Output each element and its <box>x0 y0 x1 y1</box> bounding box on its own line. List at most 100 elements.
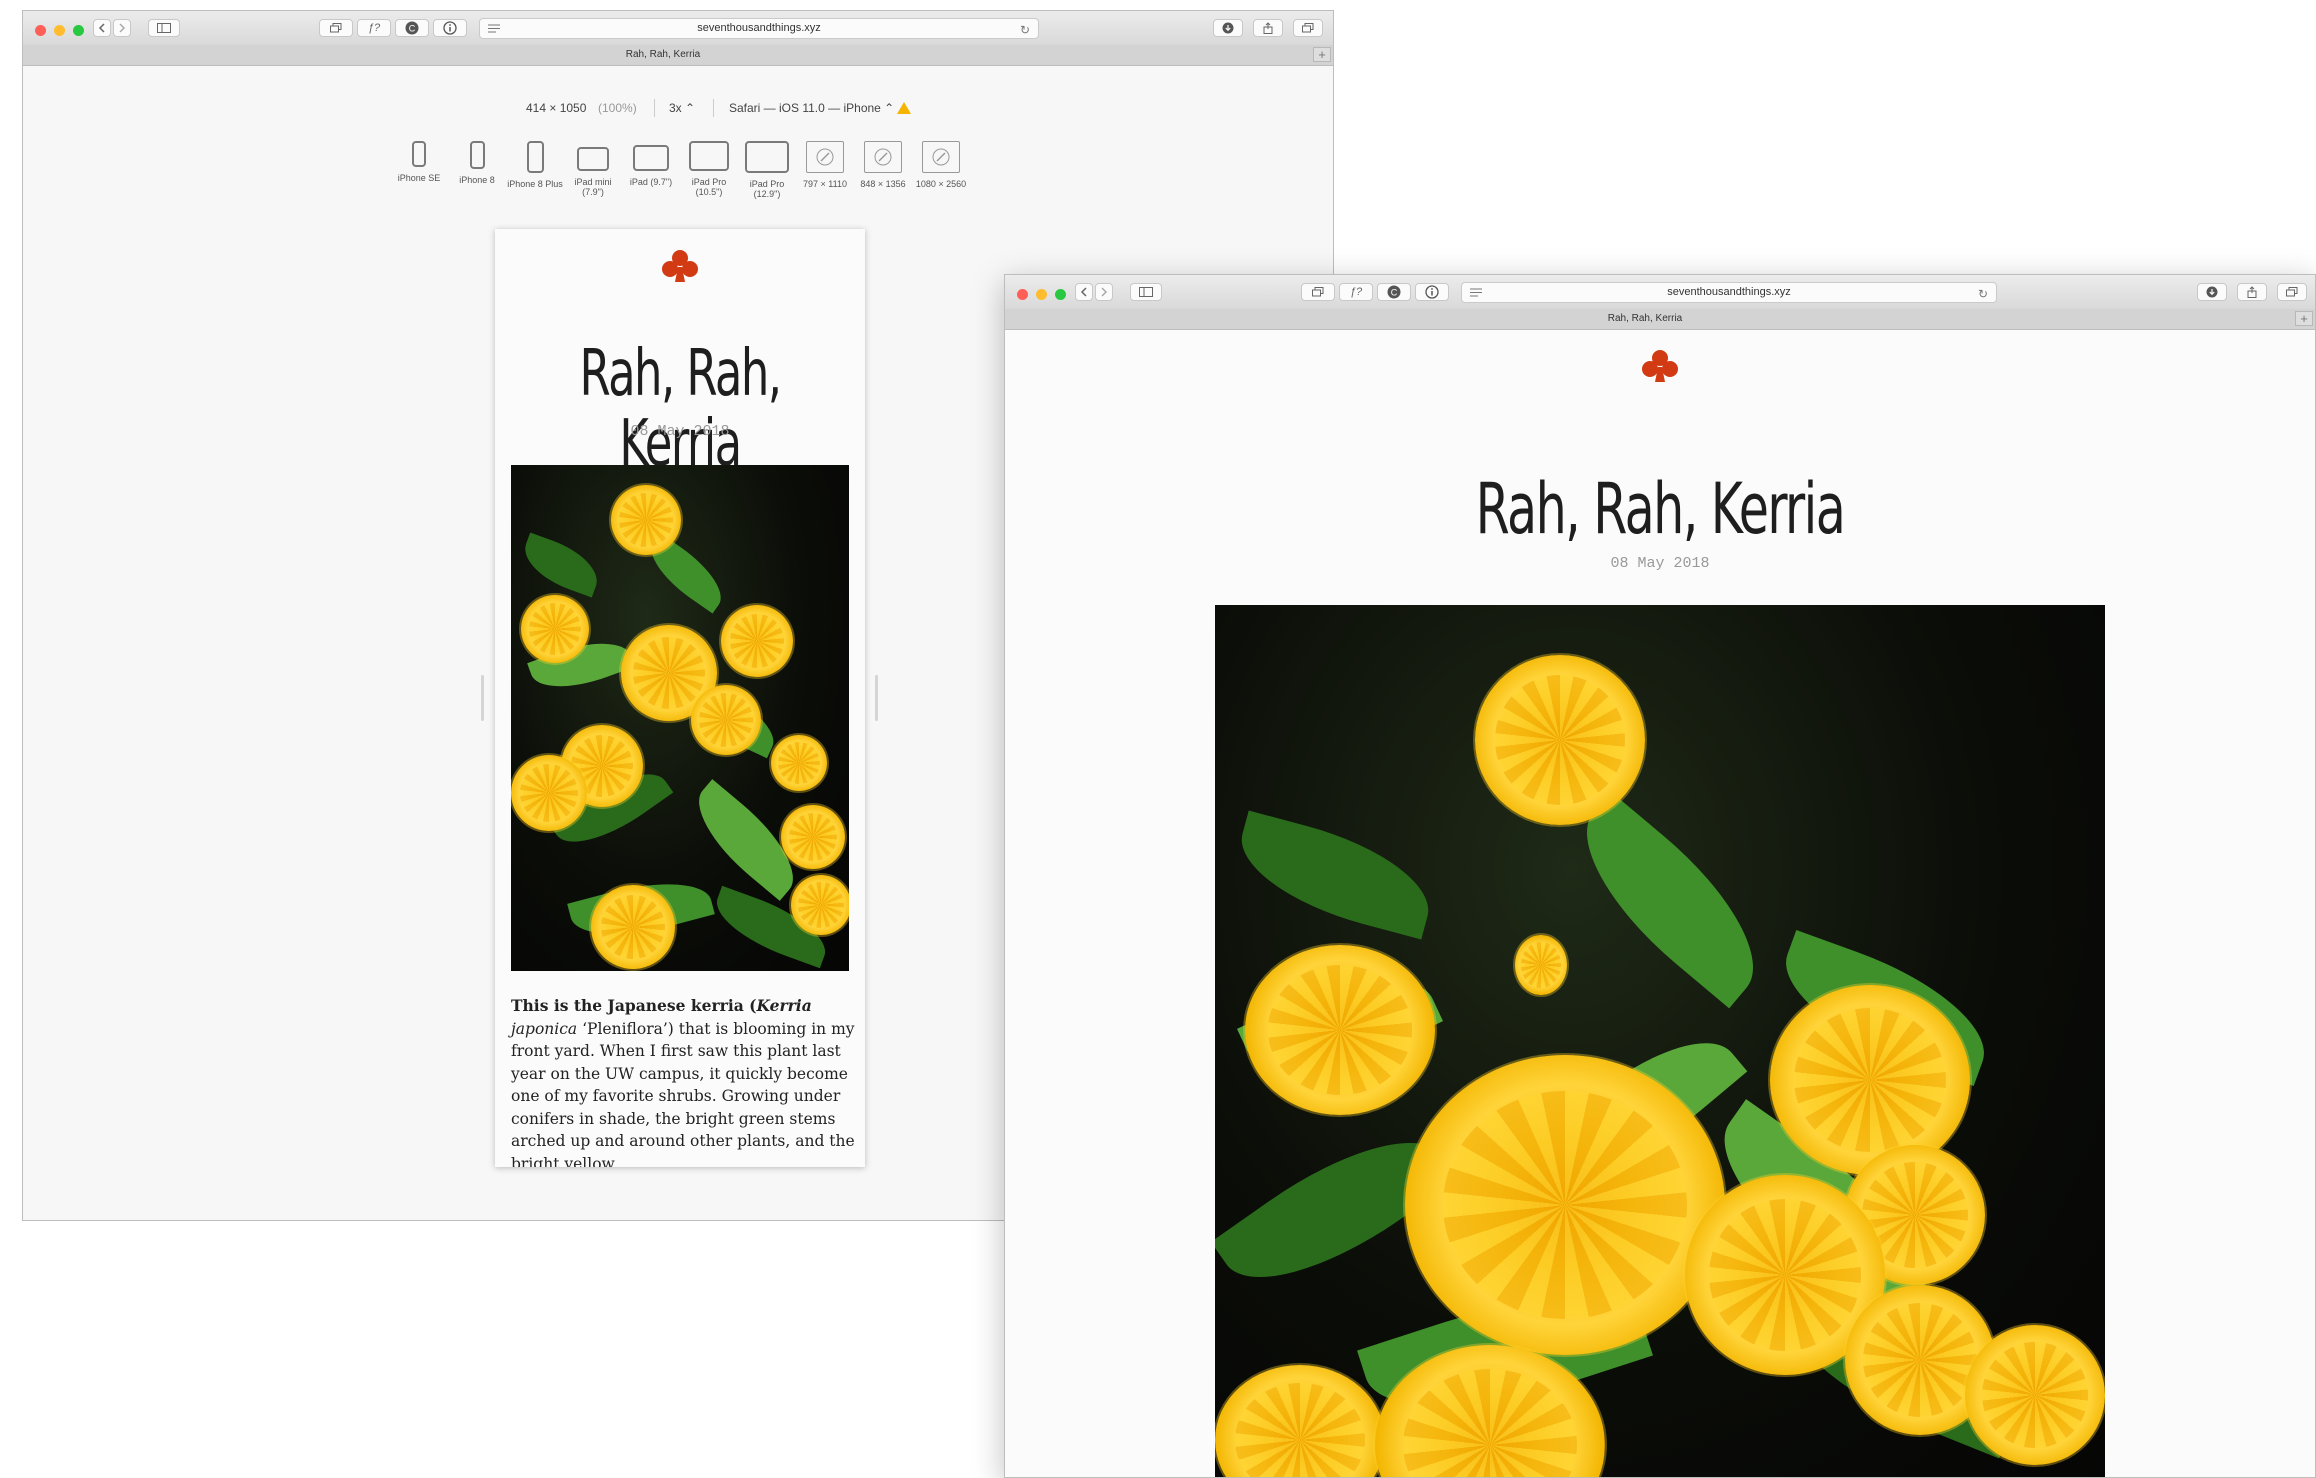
post-date: 08 May 2018 <box>1610 555 1710 572</box>
warning-icon <box>897 102 911 114</box>
downloads-button[interactable] <box>2197 283 2227 301</box>
device-custom-1080[interactable]: 1080 × 2560 <box>911 141 971 189</box>
share-button[interactable] <box>2237 283 2267 301</box>
toolbar: ƒ? C seventhousandthings.xyz ↻ <box>23 11 1333 46</box>
minimize-window-button[interactable] <box>1036 289 1047 300</box>
device-ipad-pro-10[interactable]: iPad Pro (10.5") <box>679 141 739 197</box>
leaf <box>1552 791 1788 1009</box>
flower <box>1770 985 1970 1175</box>
reload-icon[interactable]: ↻ <box>1978 287 1988 301</box>
show-tabs-button[interactable] <box>1293 19 1323 37</box>
tab-overview-button[interactable] <box>319 19 353 37</box>
show-tabs-button[interactable] <box>2277 283 2307 301</box>
species-epithet: japonica <box>511 1019 578 1038</box>
resize-handle-right[interactable] <box>875 675 878 721</box>
device-iphone-se[interactable]: iPhone SE <box>389 141 449 183</box>
url-text: seventhousandthings.xyz <box>1667 286 1791 298</box>
club-icon <box>1642 350 1678 382</box>
tabs-icon <box>2286 287 2298 297</box>
resize-handle-left[interactable] <box>481 675 484 721</box>
device-label: iPhone SE <box>397 173 441 183</box>
device-ipad-pro-12[interactable]: iPad Pro (12.9") <box>737 141 797 199</box>
info-icon <box>1425 285 1439 299</box>
info-button[interactable] <box>1415 283 1449 301</box>
pixel-ratio-select[interactable]: 3x ⌃ <box>669 101 695 115</box>
leaf <box>1228 810 1442 940</box>
info-button[interactable] <box>433 19 467 37</box>
tab-title[interactable]: Rah, Rah, Kerria <box>23 49 1303 60</box>
circle-c-icon: C <box>405 21 419 35</box>
tablet-icon <box>689 141 729 171</box>
address-bar[interactable]: seventhousandthings.xyz ↻ <box>479 18 1039 39</box>
viewport-dimensions[interactable]: 414 × 1050 <box>526 101 586 115</box>
minimize-window-button[interactable] <box>54 25 65 36</box>
device-custom-797[interactable]: 797 × 1110 <box>795 141 855 189</box>
device-iphone-8[interactable]: iPhone 8 <box>447 141 507 185</box>
back-button[interactable] <box>93 19 111 37</box>
browser-window-desktop: ƒ? C seventhousandthings.xyz ↻ Rah, Rah,… <box>1004 274 2316 1478</box>
flower <box>791 875 849 935</box>
reload-icon[interactable]: ↻ <box>1020 23 1030 37</box>
device-label: iPad Pro (12.9") <box>749 179 785 199</box>
compass-icon <box>864 141 902 173</box>
downloads-button[interactable] <box>1213 19 1243 37</box>
flower <box>521 595 589 663</box>
device-label: 1080 × 2560 <box>915 179 967 189</box>
zoom-window-button[interactable] <box>73 25 84 36</box>
circle-c-icon: C <box>1387 285 1401 299</box>
new-tab-button[interactable]: + <box>2295 311 2313 326</box>
flower <box>1405 1055 1725 1355</box>
species-genus: Kerria <box>756 996 812 1015</box>
tab-overview-button[interactable] <box>1301 283 1335 301</box>
back-button[interactable] <box>1075 283 1093 301</box>
address-bar[interactable]: seventhousandthings.xyz ↻ <box>1461 282 1997 303</box>
extension-button[interactable]: C <box>1377 283 1411 301</box>
extension-button[interactable]: C <box>395 19 429 37</box>
intro-bold: This is the Japanese kerria ( <box>511 996 757 1015</box>
post-title: Rah, Rah, Kerria <box>1475 468 1846 550</box>
device-label: iPad mini (7.9") <box>574 177 612 197</box>
chevron-left-icon <box>1080 287 1087 297</box>
flower <box>1245 945 1435 1115</box>
function-icon: ƒ? <box>367 22 381 34</box>
leaf <box>516 532 606 598</box>
forward-button[interactable] <box>1095 283 1113 301</box>
device-iphone-8-plus[interactable]: iPhone 8 Plus <box>505 141 565 189</box>
chevron-right-icon <box>1101 287 1108 297</box>
device-ipad-mini[interactable]: iPad mini (7.9") <box>563 141 623 197</box>
device-ipad[interactable]: iPad (9.7") <box>621 141 681 187</box>
share-button[interactable] <box>1253 19 1283 37</box>
tablet-icon <box>633 145 669 171</box>
phone-icon <box>526 141 544 173</box>
sidebar-button[interactable] <box>148 19 180 37</box>
post-title: Rah, Rah, Kerria <box>579 337 782 481</box>
flower <box>1215 1365 1385 1477</box>
download-icon <box>1222 22 1234 34</box>
script-button[interactable]: ƒ? <box>1339 283 1373 301</box>
function-icon: ƒ? <box>1349 286 1363 298</box>
sidebar-icon <box>1139 287 1153 297</box>
flower <box>511 755 587 831</box>
chevron-left-icon <box>98 23 105 33</box>
script-button[interactable]: ƒ? <box>357 19 391 37</box>
post-body: This is the Japanese kerria (Kerria japo… <box>511 995 855 1167</box>
tabs-icon <box>1302 23 1314 33</box>
tablet-icon <box>577 147 609 171</box>
forward-button[interactable] <box>113 19 131 37</box>
device-custom-848[interactable]: 848 × 1356 <box>853 141 913 189</box>
sidebar-icon <box>157 23 171 33</box>
sidebar-button[interactable] <box>1130 283 1162 301</box>
download-icon <box>2206 286 2218 298</box>
new-tab-button[interactable]: + <box>1313 47 1331 62</box>
url-text: seventhousandthings.xyz <box>697 22 821 34</box>
tab-title[interactable]: Rah, Rah, Kerria <box>1005 313 2285 324</box>
club-icon <box>662 250 698 282</box>
zoom-window-button[interactable] <box>1055 289 1066 300</box>
tabs-icon <box>330 23 342 33</box>
close-window-button[interactable] <box>1017 289 1028 300</box>
user-agent-select[interactable]: Safari — iOS 11.0 — iPhone ⌃ <box>729 101 894 115</box>
device-label: iPad (9.7") <box>629 177 673 187</box>
close-window-button[interactable] <box>35 25 46 36</box>
flower <box>781 805 845 869</box>
flower <box>771 735 827 791</box>
